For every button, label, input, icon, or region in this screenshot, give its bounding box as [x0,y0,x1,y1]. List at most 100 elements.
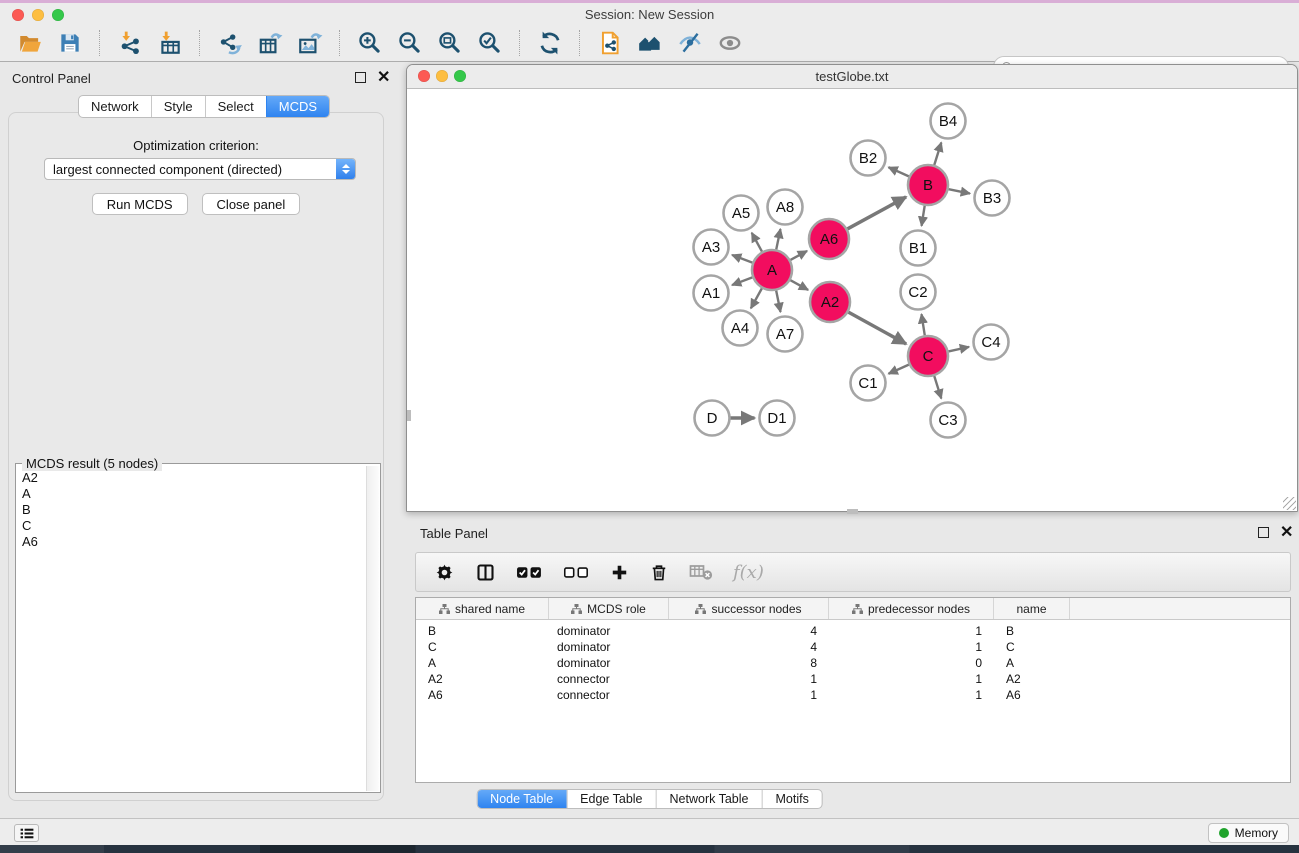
tab-node-table[interactable]: Node Table [477,790,566,808]
column-header-shared-name[interactable]: shared name [416,598,549,619]
graph-node-A[interactable]: A [752,250,792,290]
resize-grip-icon[interactable] [1283,497,1296,510]
zoom-selected-button[interactable] [472,28,508,58]
edge-A6-B[interactable] [847,197,906,229]
edge-A-A4[interactable] [751,288,762,308]
column-header-predecessor-nodes[interactable]: predecessor nodes [829,598,994,619]
graph-node-B1[interactable]: B1 [901,231,936,266]
add-column-icon[interactable] [610,563,629,582]
tab-style[interactable]: Style [151,96,205,117]
edge-C-C2[interactable] [921,314,924,335]
horizontal-scroll-indicator[interactable] [847,509,858,514]
graph-node-A3[interactable]: A3 [694,230,729,265]
result-scrollbar[interactable] [366,466,379,791]
houses-button[interactable] [632,28,668,58]
memory-button[interactable]: Memory [1208,823,1289,843]
table-row[interactable]: Cdominator41C [416,639,1290,655]
graph-node-C4[interactable]: C4 [974,325,1009,360]
svg-text:A8: A8 [776,199,794,216]
svg-text:C4: C4 [981,334,1000,351]
criterion-dropdown[interactable]: largest connected component (directed) [44,158,356,180]
tab-edge-table[interactable]: Edge Table [566,790,655,808]
graph-node-A1[interactable]: A1 [694,276,729,311]
close-panel-icon[interactable]: ✕ [377,73,390,83]
table-row[interactable]: A2connector11A2 [416,671,1290,687]
svg-text:B: B [923,177,933,194]
refresh-button[interactable] [532,28,568,58]
edge-A-A8[interactable] [776,229,780,249]
function-builder-icon[interactable]: f(x) [733,562,764,583]
select-all-icon[interactable] [516,565,543,580]
graph-node-A6[interactable]: A6 [809,219,849,259]
edge-B-B4[interactable] [934,142,941,164]
tab-motifs[interactable]: Motifs [761,790,821,808]
graph-node-B3[interactable]: B3 [975,181,1010,216]
edge-C-C3[interactable] [934,376,941,398]
network-canvas[interactable]: B4 B2 B B3 A8 A5 A6 A3 B1 A C2 A1 A2 A4 A7 C4 C C1 C3 D D1 [407,89,1297,511]
edge-B-B3[interactable] [949,189,970,193]
run-mcds-button[interactable]: Run MCDS [92,193,188,215]
graph-node-B2[interactable]: B2 [851,141,886,176]
export-image-button[interactable] [292,28,328,58]
edge-A2-C[interactable] [848,312,906,344]
graph-node-A5[interactable]: A5 [724,196,759,231]
task-history-button[interactable] [14,824,39,842]
zoom-fit-button[interactable] [432,28,468,58]
edge-C-C4[interactable] [948,347,969,352]
graph-node-A7[interactable]: A7 [768,317,803,352]
edge-A-A7[interactable] [776,291,780,312]
export-table-button[interactable] [252,28,288,58]
hide-eye-button[interactable] [672,28,708,58]
network-graph[interactable]: B4 B2 B B3 A8 A5 A6 A3 B1 A C2 A1 A2 A4 A7 C4 C C1 C3 D D1 [407,89,1297,511]
float-panel-icon[interactable] [355,72,366,83]
delete-icon[interactable] [649,562,669,583]
import-table-button[interactable] [152,28,188,58]
graph-node-C[interactable]: C [908,336,948,376]
edge-C-C1[interactable] [889,365,909,374]
graph-node-C1[interactable]: C1 [851,366,886,401]
graph-node-B4[interactable]: B4 [931,104,966,139]
open-file-button[interactable] [12,28,48,58]
graph-node-A4[interactable]: A4 [723,311,758,346]
tab-mcds[interactable]: MCDS [266,96,329,117]
svg-text:C1: C1 [858,375,877,392]
close-panel-button[interactable]: Close panel [202,193,301,215]
edge-A-A1[interactable] [732,277,752,285]
delete-table-icon[interactable] [689,562,713,582]
show-column-icon[interactable] [475,562,496,583]
graph-node-A2[interactable]: A2 [810,282,850,322]
graph-node-A8[interactable]: A8 [768,190,803,225]
edge-B-B1[interactable] [922,206,925,226]
graph-node-D[interactable]: D [695,401,730,436]
tab-network[interactable]: Network [79,96,151,117]
vertical-scroll-indicator[interactable] [407,410,411,421]
edge-B-B2[interactable] [889,167,909,176]
edge-A-A2[interactable] [790,280,808,290]
show-eye-button[interactable] [712,28,748,58]
graph-node-C3[interactable]: C3 [931,403,966,438]
zoom-in-button[interactable] [352,28,388,58]
column-header-successor-nodes[interactable]: successor nodes [669,598,829,619]
zoom-out-button[interactable] [392,28,428,58]
tab-select[interactable]: Select [205,96,266,117]
deselect-all-icon[interactable] [563,565,590,580]
graph-node-B[interactable]: B [908,165,948,205]
graph-node-C2[interactable]: C2 [901,275,936,310]
edge-A-A5[interactable] [752,233,762,252]
save-session-button[interactable] [52,28,88,58]
edge-A-A3[interactable] [732,255,752,263]
table-row[interactable]: Adominator80A [416,655,1290,671]
float-table-panel-icon[interactable] [1258,527,1269,538]
column-header-name[interactable]: name [994,598,1070,619]
table-row[interactable]: A6connector11A6 [416,687,1290,703]
export-network-button[interactable] [212,28,248,58]
edge-A-A6[interactable] [790,251,807,260]
table-row[interactable]: Bdominator41B [416,623,1290,639]
import-network-button[interactable] [112,28,148,58]
column-header-MCDS-role[interactable]: MCDS role [549,598,669,619]
tab-network-table[interactable]: Network Table [656,790,762,808]
network-from-file-button[interactable] [592,28,628,58]
graph-node-D1[interactable]: D1 [760,401,795,436]
close-table-panel-icon[interactable]: ✕ [1280,528,1293,538]
gear-icon[interactable] [434,562,455,583]
